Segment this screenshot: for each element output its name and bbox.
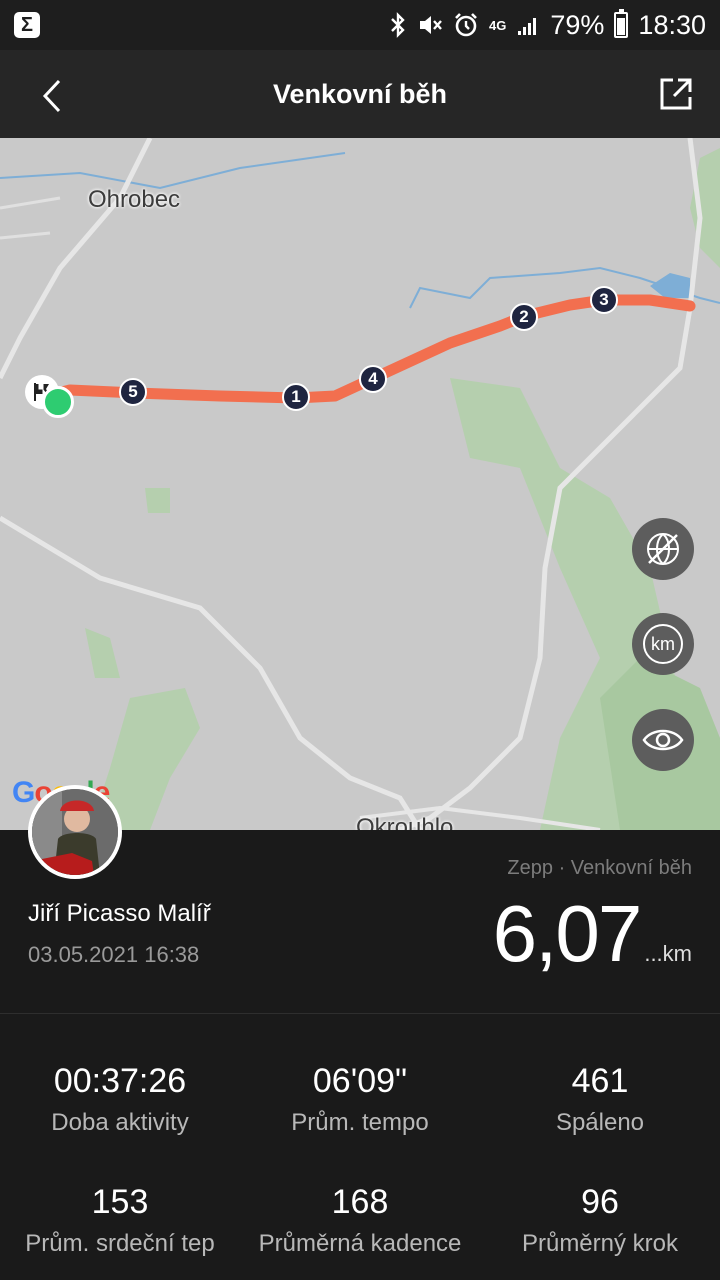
signal-icon bbox=[518, 18, 537, 35]
sigma-notification-icon: Σ bbox=[14, 12, 40, 38]
stat-activity-time: 00:37:26 Doba aktivity bbox=[0, 1062, 240, 1137]
clock: 18:30 bbox=[638, 9, 706, 40]
workout-source: Zepp · Venkovní běh bbox=[507, 857, 692, 879]
map-label-okrouhlo: Okrouhlo bbox=[356, 814, 454, 830]
battery-percent: 79% bbox=[550, 9, 605, 40]
stats-grid: 00:37:26 Doba aktivity 06'09" Prům. temp… bbox=[0, 1062, 720, 1258]
start-point-marker bbox=[42, 386, 74, 418]
stat-label: Prům. srdeční tep bbox=[25, 1230, 215, 1257]
chevron-left-icon bbox=[42, 79, 61, 113]
stat-value: 461 bbox=[571, 1062, 629, 1100]
bluetooth-icon bbox=[391, 12, 405, 38]
eye-icon bbox=[642, 729, 684, 751]
stat-label: Průměrný krok bbox=[521, 1230, 679, 1257]
stat-average-stride: 96 Průměrný krok bbox=[480, 1183, 720, 1258]
workout-date: 03.05.2021 16:38 bbox=[28, 942, 200, 967]
share-icon bbox=[660, 78, 692, 110]
stat-value: 168 bbox=[331, 1183, 389, 1221]
distance-display: 6,07 ...km bbox=[493, 888, 692, 980]
visibility-toggle-button[interactable] bbox=[632, 709, 694, 771]
stat-value: 06'09" bbox=[312, 1062, 408, 1100]
map-label-ohrobec: Ohrobec bbox=[88, 186, 181, 213]
stat-average-pace: 06'09" Prům. tempo bbox=[240, 1062, 480, 1137]
network-type-label: 4G bbox=[489, 17, 507, 33]
route-map[interactable]: Ohrobec Okrouhlo 1 2 3 4 5 km Google bbox=[0, 138, 720, 830]
battery-icon bbox=[614, 9, 629, 38]
km-marker-2[interactable]: 2 bbox=[510, 303, 538, 331]
km-marker-5[interactable]: 5 bbox=[119, 378, 147, 406]
map-background bbox=[0, 138, 720, 830]
distance-unit: ...km bbox=[644, 941, 692, 966]
distance-value: 6,07 bbox=[492, 889, 643, 978]
share-button[interactable] bbox=[654, 72, 698, 116]
stat-label: Průměrná kadence bbox=[258, 1230, 462, 1257]
km-icon: km bbox=[643, 624, 683, 664]
km-marker-4[interactable]: 4 bbox=[359, 365, 387, 393]
stat-label: Doba aktivity bbox=[51, 1109, 189, 1136]
mute-icon bbox=[420, 16, 442, 34]
stat-average-heart-rate: 153 Prům. srdeční tep bbox=[0, 1183, 240, 1258]
summary-divider bbox=[0, 1013, 720, 1014]
map-layer-toggle-button[interactable] bbox=[632, 518, 694, 580]
user-name: Jiří Picasso Malíř bbox=[28, 900, 211, 927]
back-button[interactable] bbox=[30, 74, 74, 118]
app-bar: Venkovní běh bbox=[0, 50, 720, 138]
km-marker-1[interactable]: 1 bbox=[282, 383, 310, 411]
page-title: Venkovní běh bbox=[272, 78, 448, 109]
stat-calories: 461 Spáleno bbox=[480, 1062, 720, 1137]
km-marker-3[interactable]: 3 bbox=[590, 286, 618, 314]
globe-off-icon bbox=[647, 533, 679, 565]
stat-label: Spáleno bbox=[555, 1109, 645, 1136]
user-avatar[interactable] bbox=[28, 785, 122, 879]
stat-value: 153 bbox=[91, 1183, 149, 1221]
stat-value: 00:37:26 bbox=[53, 1062, 187, 1100]
km-markers-toggle-button[interactable]: km bbox=[632, 613, 694, 675]
alarm-icon bbox=[455, 13, 477, 37]
stat-label: Prům. tempo bbox=[291, 1109, 429, 1136]
stat-average-cadence: 168 Průměrná kadence bbox=[240, 1183, 480, 1258]
stat-value: 96 bbox=[581, 1183, 619, 1221]
status-bar: Σ 4G 79% 18:30 bbox=[0, 0, 720, 50]
